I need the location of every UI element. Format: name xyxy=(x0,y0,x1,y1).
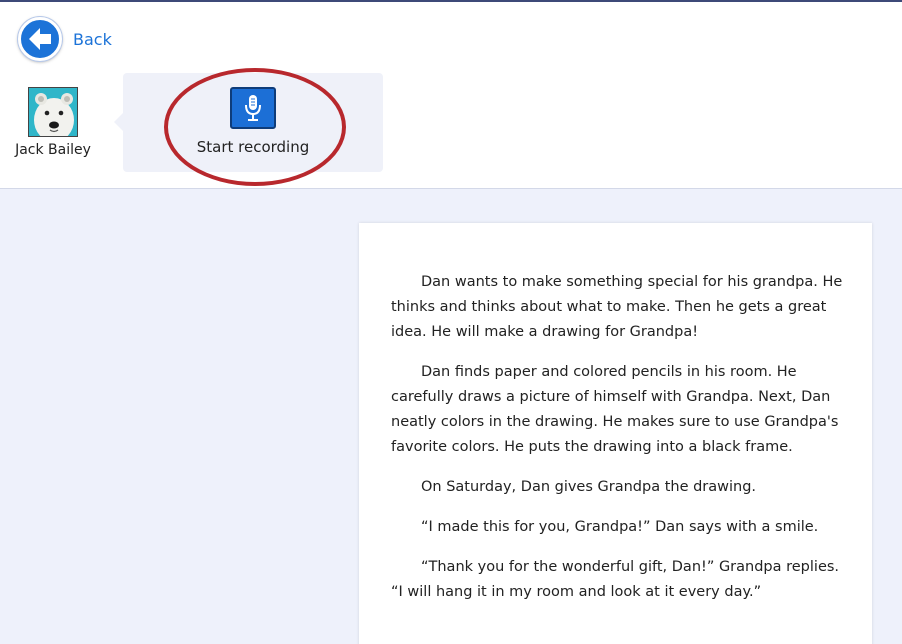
start-recording-button[interactable]: Start recording xyxy=(186,87,320,156)
story-paragraph: Dan wants to make something special for … xyxy=(391,274,843,340)
student-profile: Jack Bailey xyxy=(14,87,92,158)
start-recording-label[interactable]: Start recording xyxy=(186,138,320,156)
story-text: Dan wants to make something special for … xyxy=(391,270,843,620)
back-label[interactable]: Back xyxy=(73,30,112,49)
polar-bear-avatar xyxy=(28,87,78,137)
arrow-left-icon[interactable] xyxy=(18,17,62,61)
story-paragraph: “Thank you for the wonderful gift, Dan!”… xyxy=(391,559,840,600)
header-bar: Back Jack Bailey Start recording xyxy=(0,2,902,189)
recording-panel: Start recording xyxy=(114,73,383,172)
student-name: Jack Bailey xyxy=(15,142,91,158)
story-paragraph: On Saturday, Dan gives Grandpa the drawi… xyxy=(421,479,757,495)
story-card: Dan wants to make something special for … xyxy=(359,223,872,644)
story-paragraph: “I made this for you, Grandpa!” Dan says… xyxy=(421,519,819,535)
back-button[interactable]: Back xyxy=(18,17,112,61)
microphone-icon[interactable] xyxy=(230,87,276,129)
story-paragraph: Dan finds paper and colored pencils in h… xyxy=(391,364,839,455)
